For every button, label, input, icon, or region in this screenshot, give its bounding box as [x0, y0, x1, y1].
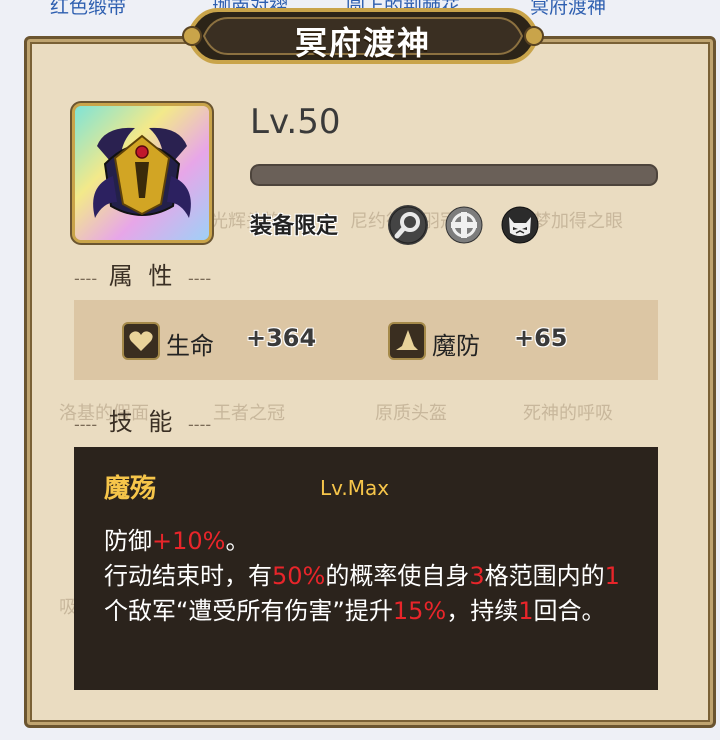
heart-icon	[122, 322, 160, 360]
skill-highlight-value: 50%	[272, 562, 326, 590]
stat-name: 生命	[166, 332, 214, 360]
equip-restriction-label: 装备限定	[250, 214, 339, 239]
magnifier-icon[interactable]	[388, 205, 428, 245]
skills-section-heading: ---- 技 能 ----	[74, 408, 212, 436]
skill-highlight-value: +10%	[152, 527, 226, 555]
stat-value: +65	[514, 324, 568, 352]
page-title: 冥府渡神	[294, 24, 431, 62]
skill-text: 。	[225, 527, 250, 555]
skill-text: 个敌军“遭受所有伤害”提升	[104, 597, 393, 625]
skill-text: 的概率使自身	[325, 562, 470, 590]
attributes-heading-text: 属 性	[108, 262, 177, 290]
wizard-hat-icon	[388, 322, 426, 360]
item-portrait	[75, 106, 209, 240]
cross-icon[interactable]	[444, 205, 484, 245]
demon-cat-icon[interactable]	[500, 205, 540, 245]
bg-grid-label: 王者之冠	[213, 403, 285, 424]
stat-value: +364	[246, 324, 317, 352]
bg-grid-label: 原质头盔	[375, 403, 447, 424]
skill-highlight-value: 15%	[392, 597, 447, 625]
skill-text: ，持续	[446, 597, 519, 625]
skill-text: 格范围内的	[484, 562, 605, 590]
skill-text: 回合。	[533, 597, 606, 625]
stat-name: 魔防	[432, 332, 480, 360]
skill-name: 魔殇	[104, 474, 157, 504]
bg-label: 红色缎带	[50, 0, 127, 18]
skill-text: 行动结束时，有	[104, 562, 272, 590]
skill-highlight-value: 1	[604, 562, 620, 590]
bg-grid-label: 死神的呼吸	[523, 403, 613, 424]
stats-band	[74, 300, 658, 380]
skills-heading-text: 技 能	[108, 408, 177, 436]
skill-level: Lv.Max	[320, 476, 390, 500]
title-banner: 冥府渡神	[178, 0, 548, 72]
skill-highlight-value: 1	[518, 597, 534, 625]
skill-description: 防御+10%。 行动结束时，有50%的概率使自身3格范围内的1个敌军“遭受所有伤害…	[104, 524, 624, 629]
experience-bar	[250, 164, 658, 186]
dark-crown-helmet-icon	[75, 106, 209, 240]
item-level: Lv.50	[250, 102, 341, 142]
skill-text: 防御	[104, 527, 152, 555]
skill-highlight-value: 3	[469, 562, 485, 590]
attributes-section-heading: ---- 属 性 ----	[74, 262, 212, 290]
